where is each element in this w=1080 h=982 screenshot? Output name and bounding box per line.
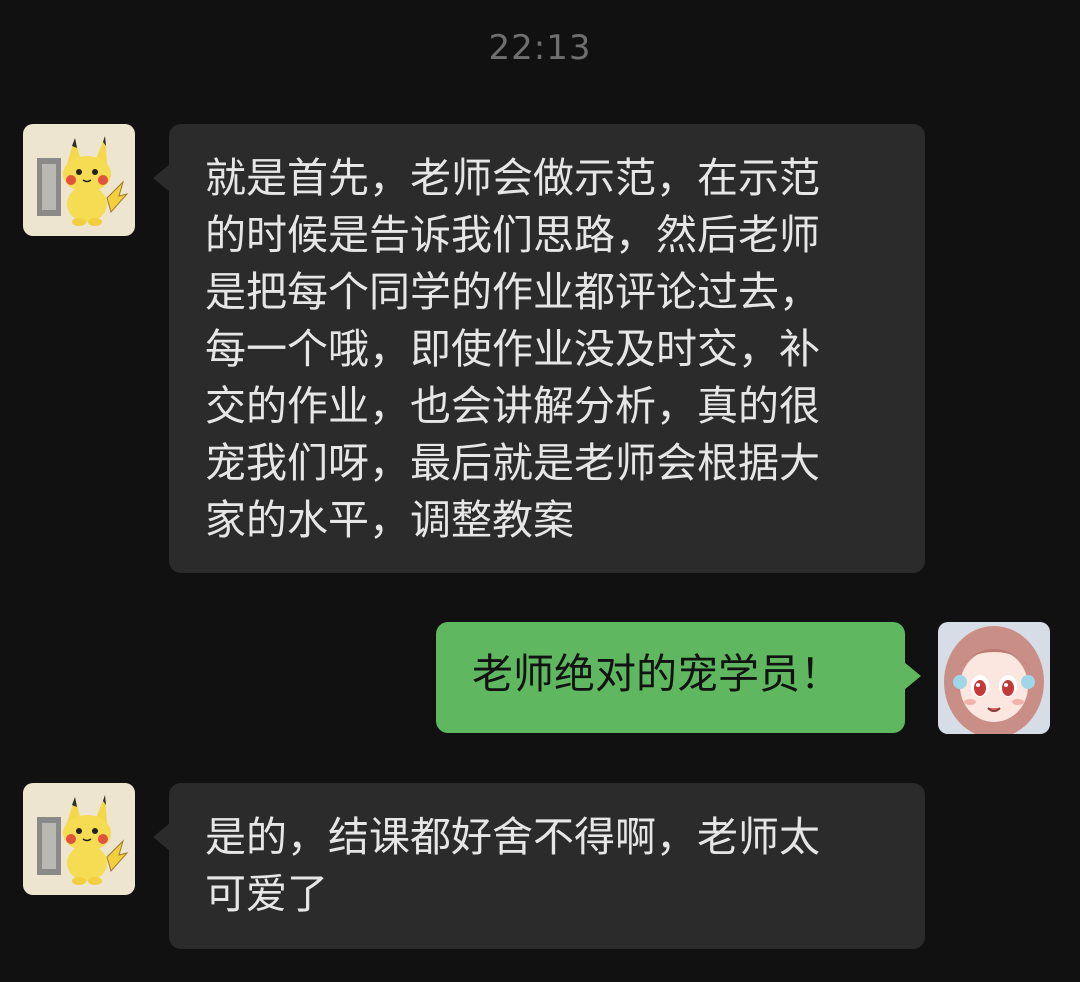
anime-girl-avatar-icon: [938, 622, 1050, 734]
message-text: 是的，结课都好舍不得啊，老师太 可爱了: [205, 813, 820, 918]
contact-avatar[interactable]: [23, 783, 135, 895]
message-text: 就是首先，老师会做示范，在示范 的时候是告诉我们思路，然后老师 是把每个同学的作…: [205, 154, 820, 544]
outgoing-message-bubble[interactable]: 老师绝对的宠学员！: [436, 622, 921, 733]
self-avatar[interactable]: [938, 622, 1050, 734]
pikachu-avatar-icon: [23, 124, 135, 236]
chat-timestamp: 22:13: [488, 28, 592, 68]
contact-avatar[interactable]: [23, 124, 135, 236]
pikachu-avatar-icon: [23, 783, 135, 895]
message-text: 老师绝对的宠学员！: [472, 650, 841, 698]
incoming-message-bubble[interactable]: 就是首先，老师会做示范，在示范 的时候是告诉我们思路，然后老师 是把每个同学的作…: [153, 124, 925, 573]
incoming-message-bubble[interactable]: 是的，结课都好舍不得啊，老师太 可爱了: [153, 783, 925, 949]
